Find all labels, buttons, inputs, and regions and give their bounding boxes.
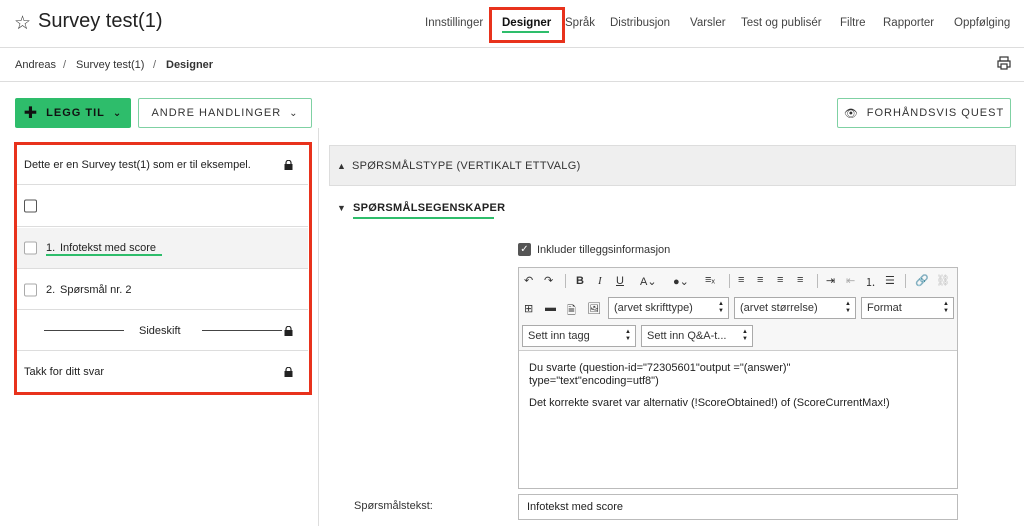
question-list-highlight — [14, 142, 312, 395]
editor-line: Det korrekte svaret var alternativ (!Sco… — [529, 397, 890, 409]
tab-sprak[interactable]: Språk — [565, 17, 595, 29]
chevron-down-icon: ⌄ — [112, 107, 123, 119]
chevron-down-icon: ⌄ — [289, 107, 299, 119]
document-icon[interactable]: 🗎 — [567, 302, 576, 321]
tab-innstillinger[interactable]: Innstillinger — [425, 17, 483, 29]
font-family-value: (arvet skrifttype) — [614, 302, 693, 314]
font-size-value: (arvet størrelse) — [740, 302, 818, 314]
tab-varsler[interactable]: Varsler — [690, 17, 726, 29]
breadcrumb-andreas[interactable]: Andreas — [15, 59, 56, 71]
highlight-color-icon[interactable]: ●⌄ — [673, 275, 689, 288]
link-icon[interactable]: 🔗 — [915, 274, 929, 287]
breadcrumb-separator: / — [153, 59, 157, 71]
insert-qa-select[interactable]: Sett inn Q&A-t... ▲ ▼ — [641, 325, 753, 347]
plus-icon: ✚ — [23, 105, 39, 122]
editor-content[interactable]: Du svarte (question-id="72305601"output … — [529, 362, 949, 410]
include-extra-checkbox[interactable]: ✓ — [518, 243, 531, 256]
clear-format-icon[interactable]: ≡ₓ — [705, 274, 715, 286]
triangle-down-icon: ▼ — [337, 203, 346, 213]
select-arrows-icon: ▲ ▼ — [718, 301, 724, 314]
page-title: Survey test(1) — [38, 10, 163, 32]
other-actions-label: ANDRE HANDLINGER — [151, 107, 282, 119]
add-button[interactable]: ✚ LEGG TIL ⌄ — [15, 98, 131, 128]
tab-test-og-publiser[interactable]: Test og publisér — [741, 17, 822, 29]
properties-title[interactable]: SPØRSMÅLSEGENSKAPER — [353, 202, 505, 214]
select-arrows-icon: ▲ ▼ — [742, 329, 748, 342]
preview-button[interactable]: 👁 FORHÅNDSVIS QUEST — [837, 98, 1011, 128]
format-value: Format — [867, 302, 902, 314]
breadcrumb-survey[interactable]: Survey test(1) — [76, 59, 144, 71]
designer-tab-highlight — [489, 7, 565, 43]
include-extra-label: Inkluder tilleggsinformasjon — [537, 244, 671, 256]
question-text-label: Spørsmålstekst: — [354, 500, 433, 512]
other-actions-button[interactable]: ANDRE HANDLINGER ⌄ — [138, 98, 312, 128]
select-arrows-icon: ▲ ▼ — [625, 329, 631, 342]
favorite-star-icon[interactable]: ☆ — [14, 12, 31, 35]
question-type-label[interactable]: SPØRSMÅLSTYPE (VERTIKALT ETTVALG) — [352, 160, 581, 172]
redo-icon[interactable]: ↷ — [544, 274, 553, 287]
breadcrumb-separator: / — [63, 59, 67, 71]
table-icon[interactable]: ⊞ — [524, 302, 533, 315]
question-text-input[interactable]: Infotekst med score — [518, 494, 958, 520]
tab-rapporter[interactable]: Rapporter — [883, 17, 934, 29]
horizontal-line-icon[interactable]: ▬ — [545, 302, 556, 314]
bold-icon[interactable]: B — [576, 275, 584, 287]
preview-label: FORHÅNDSVIS QUEST — [866, 107, 1005, 119]
toolbar-separator — [817, 274, 818, 288]
font-size-select[interactable]: (arvet størrelse) ▲ ▼ — [734, 297, 856, 319]
outdent-icon[interactable]: ⇤ — [846, 274, 855, 287]
insert-tag-select[interactable]: Sett inn tagg ▲ ▼ — [522, 325, 636, 347]
align-justify-icon[interactable]: ≡ — [797, 274, 803, 286]
editor-line: Du svarte (question-id="72305601"output … — [529, 362, 791, 374]
select-arrows-icon: ▲ ▼ — [845, 301, 851, 314]
font-family-select[interactable]: (arvet skrifttype) ▲ ▼ — [608, 297, 729, 319]
eye-icon: 👁 — [843, 107, 859, 120]
font-color-icon[interactable]: A⌄ — [640, 275, 657, 288]
insert-qa-value: Sett inn Q&A-t... — [647, 330, 727, 342]
image-icon[interactable]: 🖼 — [587, 302, 601, 315]
align-right-icon[interactable]: ≡ — [777, 274, 783, 286]
breadcrumb-designer: Designer — [166, 59, 214, 71]
numbered-list-icon[interactable]: ⒈ — [865, 274, 876, 290]
underline-icon[interactable]: U — [616, 275, 624, 287]
undo-icon[interactable]: ↶ — [524, 274, 533, 287]
unlink-icon[interactable]: ⛓ — [936, 274, 950, 287]
format-select[interactable]: Format ▲ ▼ — [861, 297, 954, 319]
insert-tag-value: Sett inn tagg — [528, 330, 590, 342]
triangle-up-icon: ▲ — [337, 161, 346, 171]
add-button-label: LEGG TIL — [46, 107, 105, 119]
editor-line: type="text"encoding=utf8") — [529, 375, 659, 387]
bullet-list-icon[interactable]: ☰ — [885, 274, 895, 287]
select-arrows-icon: ▲ ▼ — [943, 301, 949, 314]
properties-underline — [353, 217, 494, 219]
italic-icon[interactable]: I — [598, 275, 602, 287]
tab-filtre[interactable]: Filtre — [840, 17, 866, 29]
print-icon[interactable] — [997, 56, 1011, 70]
align-left-icon[interactable]: ≡ — [738, 274, 744, 286]
toolbar-separator — [565, 274, 566, 288]
toolbar-separator — [729, 274, 730, 288]
panel-divider — [318, 128, 319, 526]
toolbar-separator — [905, 274, 906, 288]
align-center-icon[interactable]: ≡ — [757, 274, 763, 286]
tab-distribusjon[interactable]: Distribusjon — [610, 17, 670, 29]
tab-oppfolging[interactable]: Oppfølging — [954, 17, 1010, 29]
indent-icon[interactable]: ⇥ — [826, 274, 835, 287]
